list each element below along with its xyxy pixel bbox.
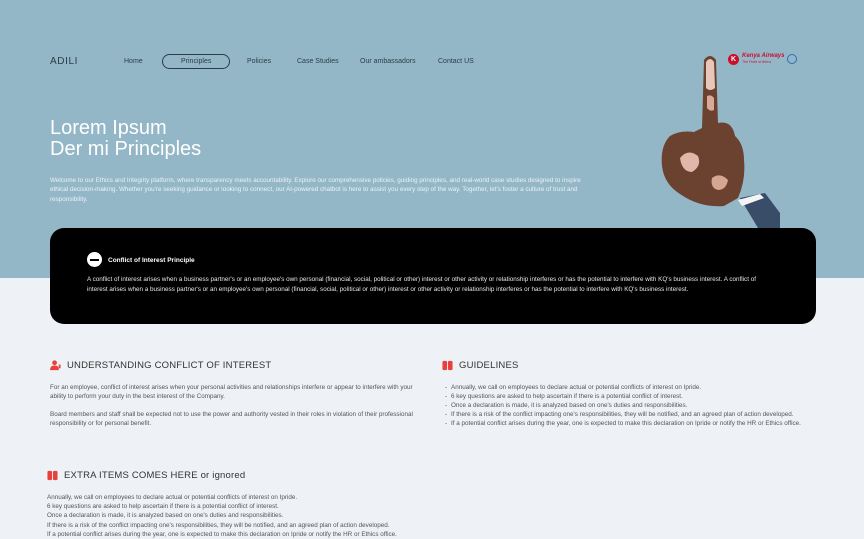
principle-shield-icon xyxy=(87,252,102,267)
understanding-paragraph-1: For an employee, conflict of interest ar… xyxy=(50,384,413,401)
user-alert-icon xyxy=(50,360,61,371)
list-item: Once a declaration is made, it is analyz… xyxy=(47,512,284,520)
list-item: Annually, we call on employees to declar… xyxy=(47,494,298,501)
guidelines-list: Annually, we call on employees to declar… xyxy=(445,383,815,429)
extra-book-icon xyxy=(47,470,58,481)
title-line-1: Lorem Ipsum xyxy=(50,117,167,139)
understanding-title: UNDERSTANDING CONFLICT OF INTEREST xyxy=(67,360,272,371)
nav-contact[interactable]: Contact US xyxy=(438,58,474,65)
list-item: 6 key questions are asked to help ascert… xyxy=(47,503,279,511)
hand-pointing-illustration xyxy=(661,56,780,228)
understanding-heading: UNDERSTANDING CONFLICT OF INTEREST xyxy=(50,360,271,371)
extra-title: EXTRA ITEMS COMES HERE or ignored xyxy=(64,470,246,481)
nav-case-studies[interactable]: Case Studies xyxy=(297,58,339,65)
list-item: If there is a risk of the conflict impac… xyxy=(445,410,815,419)
list-item: Annually, we call on employees to declar… xyxy=(445,383,815,392)
guidelines-title: GUIDELINES xyxy=(459,360,519,371)
principle-title: Conflict of Interest Principle xyxy=(108,257,195,264)
list-item: 6 key questions are asked to help ascert… xyxy=(445,392,815,401)
guidelines-heading: GUIDELINES xyxy=(442,360,519,371)
extra-list: Annually, we call on employees to declar… xyxy=(47,493,397,539)
list-item: If a potential conflict arises during th… xyxy=(47,530,397,538)
title-line-2: Der mi Principles xyxy=(50,138,202,160)
hero-description: Welcome to our Ethics and Integrity plat… xyxy=(50,177,581,203)
guidelines-book-icon xyxy=(442,360,453,371)
list-item: Once a declaration is made, it is analyz… xyxy=(445,401,815,410)
brand-logo[interactable]: ADILI xyxy=(50,56,78,67)
list-item: If there is a risk of the conflict impac… xyxy=(47,521,390,529)
extra-heading: EXTRA ITEMS COMES HERE or ignored xyxy=(47,470,245,481)
understanding-paragraph-2: Board members and staff shall be expecte… xyxy=(50,411,413,428)
nav-home[interactable]: Home xyxy=(124,58,143,65)
page-title: Lorem Ipsum Der mi Principles xyxy=(50,118,201,160)
nav-ambassadors[interactable]: Our ambassadors xyxy=(360,58,416,65)
principle-body: A conflict of interest arises when a bus… xyxy=(87,276,756,293)
skyteam-globe-icon xyxy=(787,54,798,64)
principle-card: Conflict of Interest Principle A conflic… xyxy=(50,228,816,324)
nav-principles[interactable]: Principles xyxy=(162,54,231,69)
nav-policies[interactable]: Policies xyxy=(247,58,271,65)
list-item: If a potential conflict arises during th… xyxy=(445,419,815,428)
